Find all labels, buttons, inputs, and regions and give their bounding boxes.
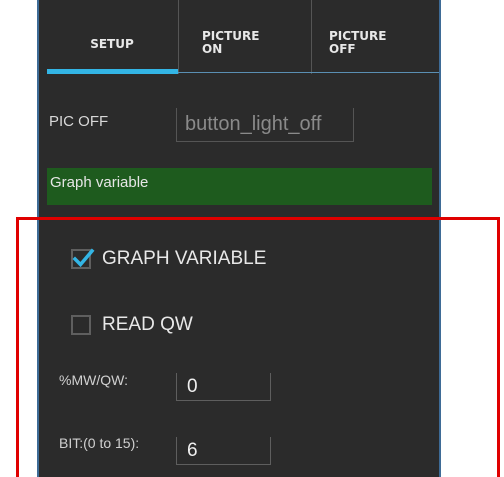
screenshot-stage: SETUP PICTUREON PICTUREOFF PIC OFF Graph… [0, 0, 504, 477]
checkbox-unchecked-icon [71, 315, 91, 335]
settings-panel: SETUP PICTUREON PICTUREOFF PIC OFF Graph… [37, 0, 441, 477]
mw-qw-label: %MW/QW: [59, 372, 128, 388]
bit-label: BIT:(0 to 15): [59, 435, 140, 451]
tab-setup[interactable]: SETUP [47, 0, 177, 74]
tab-picture-off[interactable]: PICTURE OFF [311, 0, 439, 74]
graph-variable-checkbox[interactable]: GRAPH VARIABLE [71, 248, 266, 270]
read-qw-checkbox[interactable]: READ QW [71, 314, 193, 336]
read-qw-checkbox-label: READ QW [102, 314, 193, 335]
tab-picture-on[interactable]: PICTURE ON [178, 0, 310, 74]
pic-off-label: PIC OFF [49, 113, 109, 130]
tab-picture-on-label: PICTURE ON [202, 29, 260, 56]
tab-picture-off-label: PICTURE OFF [329, 29, 387, 56]
active-tab-indicator [47, 69, 178, 74]
pic-off-input[interactable] [176, 108, 354, 142]
graph-variable-checkbox-label: GRAPH VARIABLE [102, 248, 267, 269]
tab-bar-divider [178, 72, 439, 73]
tab-setup-label: SETUP [90, 37, 134, 51]
mw-qw-input[interactable] [176, 373, 271, 401]
bit-input[interactable] [176, 437, 271, 465]
section-header-graph-variable: Graph variable [47, 168, 432, 205]
checkbox-checked-icon [71, 248, 95, 269]
